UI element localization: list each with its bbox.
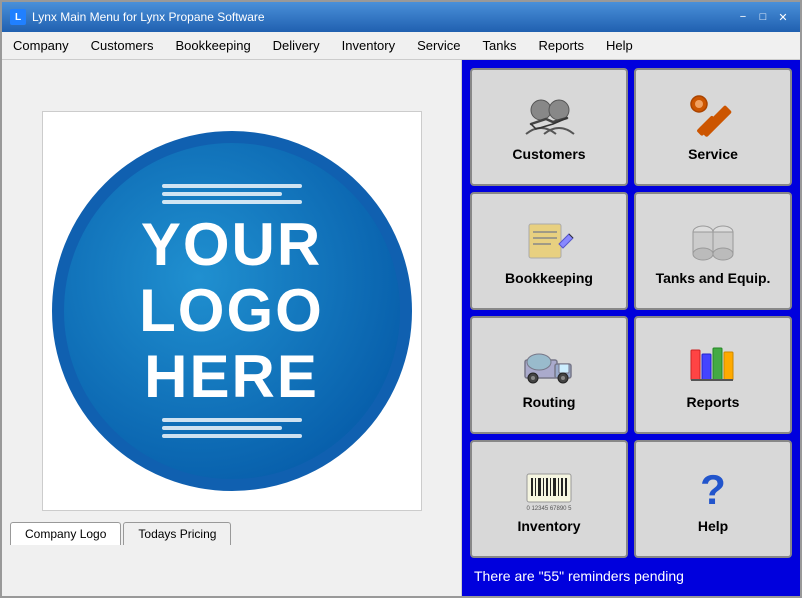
- logo-circle: YOUR LOGO HERE: [52, 131, 412, 491]
- inventory-icon: 0 12345 67890 5: [519, 464, 579, 514]
- maximize-button[interactable]: □: [754, 8, 772, 26]
- logo-line-here: HERE: [139, 344, 324, 410]
- service-label: Service: [688, 146, 738, 162]
- menu-delivery[interactable]: Delivery: [262, 32, 331, 59]
- btn-bookkeeping[interactable]: Bookkeeping: [470, 192, 628, 310]
- logo-line-1: [162, 184, 302, 188]
- reminders-text: There are "55" reminders pending: [470, 558, 792, 588]
- help-icon: ?: [683, 464, 743, 514]
- reports-icon: [683, 340, 743, 390]
- btn-customers[interactable]: Customers: [470, 68, 628, 186]
- window-title: Lynx Main Menu for Lynx Propane Software: [32, 10, 265, 24]
- menu-bookkeeping[interactable]: Bookkeeping: [165, 32, 262, 59]
- logo-line-b2: [162, 426, 282, 430]
- logo-area: YOUR LOGO HERE: [42, 111, 422, 511]
- btn-reports[interactable]: Reports: [634, 316, 792, 434]
- menu-customers[interactable]: Customers: [80, 32, 165, 59]
- right-panel: Customers Service: [462, 60, 800, 596]
- routing-icon: [519, 340, 579, 390]
- minimize-button[interactable]: −: [734, 8, 752, 26]
- app-icon: L: [10, 9, 26, 25]
- main-window: L Lynx Main Menu for Lynx Propane Softwa…: [0, 0, 802, 598]
- svg-text:0 12345 67890 5: 0 12345 67890 5: [526, 506, 572, 512]
- logo-line-your: YOUR: [139, 212, 324, 278]
- btn-help[interactable]: ? Help: [634, 440, 792, 558]
- routing-label: Routing: [523, 394, 576, 410]
- help-label: Help: [698, 518, 728, 534]
- main-content: YOUR LOGO HERE Company Logo Todays Prici…: [2, 60, 800, 596]
- svg-text:?: ?: [700, 466, 726, 512]
- title-bar-left: L Lynx Main Menu for Lynx Propane Softwa…: [10, 9, 265, 25]
- btn-inventory[interactable]: 0 12345 67890 5 Inventory: [470, 440, 628, 558]
- menu-bar: CompanyCustomersBookkeepingDeliveryInven…: [2, 32, 800, 60]
- bookkeeping-icon: [519, 216, 579, 266]
- btn-routing[interactable]: Routing: [470, 316, 628, 434]
- btn-service[interactable]: Service: [634, 68, 792, 186]
- reports-label: Reports: [687, 394, 740, 410]
- logo-line-3: [162, 200, 302, 204]
- tab-todays-pricing[interactable]: Todays Pricing: [123, 522, 231, 545]
- btn-tanks[interactable]: Tanks and Equip.: [634, 192, 792, 310]
- logo-line-b3: [162, 434, 302, 438]
- customers-label: Customers: [512, 146, 585, 162]
- service-icon: [683, 92, 743, 142]
- menu-service[interactable]: Service: [406, 32, 471, 59]
- menu-help[interactable]: Help: [595, 32, 644, 59]
- title-bar: L Lynx Main Menu for Lynx Propane Softwa…: [2, 2, 800, 32]
- logo-lines-top: [162, 184, 302, 204]
- menu-tanks[interactable]: Tanks: [471, 32, 527, 59]
- left-panel: YOUR LOGO HERE Company Logo Todays Prici…: [2, 60, 462, 596]
- logo-line-b1: [162, 418, 302, 422]
- menu-company[interactable]: Company: [2, 32, 80, 59]
- logo-lines-bottom: [162, 418, 302, 438]
- tanks-label: Tanks and Equip.: [656, 270, 771, 286]
- logo-line-2: [162, 192, 282, 196]
- logo-line-logo: LOGO: [139, 278, 324, 344]
- menu-reports[interactable]: Reports: [527, 32, 595, 59]
- bottom-tabs: Company Logo Todays Pricing: [2, 515, 239, 545]
- tab-company-logo[interactable]: Company Logo: [10, 522, 121, 545]
- customers-icon: [519, 92, 579, 142]
- close-button[interactable]: ✕: [774, 8, 792, 26]
- title-bar-controls: − □ ✕: [734, 8, 792, 26]
- grid-buttons: Customers Service: [470, 68, 792, 558]
- bookkeeping-label: Bookkeeping: [505, 270, 593, 286]
- tanks-icon: [683, 216, 743, 266]
- inventory-label: Inventory: [517, 518, 580, 534]
- logo-text: YOUR LOGO HERE: [139, 212, 324, 410]
- menu-inventory[interactable]: Inventory: [331, 32, 406, 59]
